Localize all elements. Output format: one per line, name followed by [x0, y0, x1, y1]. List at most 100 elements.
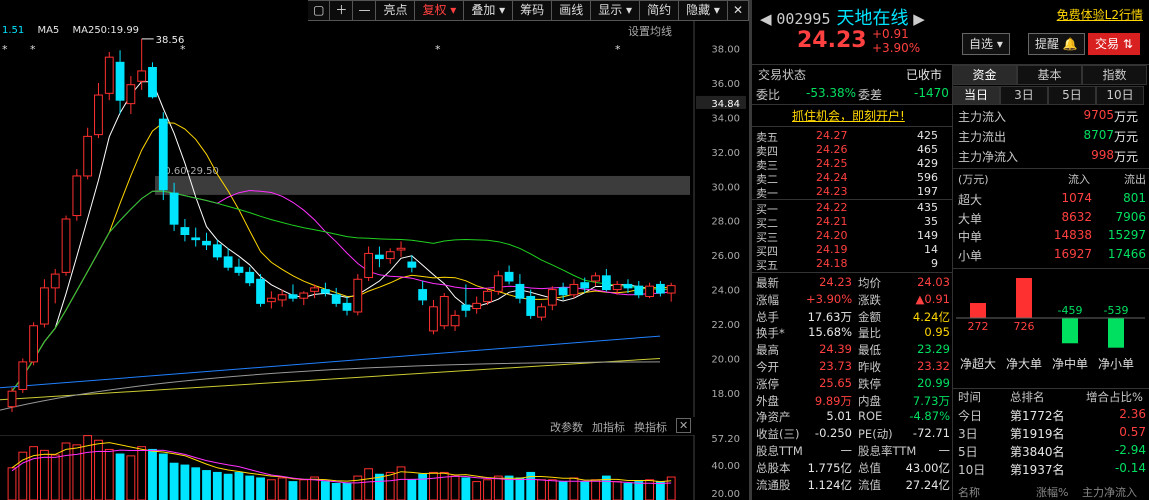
candle[interactable] — [634, 280, 644, 299]
candle[interactable] — [223, 248, 233, 271]
toolbar-btn-0[interactable]: 亮点 — [376, 0, 416, 21]
candle[interactable] — [234, 258, 244, 276]
bid-row[interactable]: 买五 24.18 9 — [756, 257, 951, 272]
bid-row[interactable]: 买四 24.19 14 — [756, 243, 951, 258]
ask-row[interactable]: 卖四 24.26 465 — [756, 143, 951, 158]
event-marker[interactable]: * — [180, 43, 186, 56]
volume-chart[interactable]: 57.20 40.00 20.00 — [0, 435, 749, 500]
candle[interactable] — [256, 274, 265, 307]
candle[interactable] — [288, 284, 298, 302]
candle[interactable] — [320, 282, 330, 297]
ask-row[interactable]: 卖五 24.27 425 — [756, 129, 951, 144]
candle[interactable] — [439, 293, 449, 330]
candle[interactable] — [18, 358, 28, 393]
candle[interactable] — [396, 241, 406, 257]
toolbar-btn-4[interactable]: 画线 — [552, 0, 592, 21]
candle[interactable] — [202, 232, 211, 250]
candle[interactable] — [342, 296, 352, 316]
candle[interactable] — [547, 286, 557, 311]
candle[interactable] — [331, 287, 341, 307]
candle[interactable] — [385, 248, 395, 264]
alert-button[interactable]: 提醒 🔔 — [1028, 33, 1085, 55]
toolbar-btn-3[interactable]: 筹码 — [513, 0, 553, 21]
period-2[interactable]: 5日 — [1048, 86, 1096, 105]
candle[interactable] — [29, 322, 39, 366]
tab-0[interactable]: 资金 — [952, 65, 1017, 85]
candle[interactable] — [115, 50, 125, 114]
period-0[interactable]: 当日 — [952, 86, 1000, 105]
ask-row[interactable]: 卖三 24.25 429 — [756, 157, 951, 172]
bid-row[interactable]: 买一 24.22 435 — [756, 201, 951, 216]
candle[interactable] — [126, 76, 136, 114]
candle[interactable] — [148, 62, 157, 99]
add-indicator-button[interactable]: 加指标 — [592, 419, 625, 435]
candle[interactable] — [450, 310, 460, 331]
event-marker[interactable]: * — [615, 43, 621, 56]
candlestick-chart[interactable]: 30.60-29.5038.0036.0034.0032.0030.0028.0… — [0, 21, 749, 417]
candle[interactable] — [526, 289, 536, 319]
candle[interactable] — [461, 284, 471, 318]
candle[interactable] — [429, 299, 438, 335]
candle[interactable] — [515, 274, 525, 304]
candle[interactable] — [180, 219, 190, 242]
candle[interactable] — [245, 267, 255, 287]
candle[interactable] — [472, 296, 482, 314]
candle[interactable] — [537, 303, 546, 321]
plus-icon[interactable]: ＋ — [330, 0, 354, 21]
event-marker[interactable]: * — [2, 43, 8, 56]
candle[interactable] — [569, 279, 579, 299]
watchlist-button[interactable]: 自选 ▾ — [962, 33, 1010, 55]
ask-row[interactable]: 卖一 24.23 197 — [756, 185, 951, 200]
prev-icon[interactable]: ◀ — [760, 10, 776, 28]
candle[interactable] — [504, 265, 514, 285]
candle[interactable] — [655, 280, 665, 297]
candle[interactable] — [418, 280, 428, 306]
candle[interactable] — [104, 51, 114, 101]
bid-row[interactable]: 买三 24.20 149 — [756, 229, 951, 244]
candle[interactable] — [277, 289, 287, 307]
candle[interactable] — [50, 268, 60, 304]
event-marker[interactable]: * — [435, 43, 441, 56]
candle[interactable] — [493, 270, 503, 295]
period-1[interactable]: 3日 — [1000, 86, 1048, 105]
candle[interactable] — [40, 279, 49, 328]
candle[interactable] — [353, 274, 363, 316]
kline-panel[interactable]: ▢ ＋ — 亮点 复权 ▾ 叠加 ▾ 筹码 画线 显示 ▾ 简约 隐藏 ▾ ✕ 1.51 MA5 MA… — [0, 0, 749, 500]
tab-1[interactable]: 基本 — [1017, 65, 1082, 85]
promo-link[interactable]: 抓住机会，即刻开户! — [756, 107, 951, 125]
next-icon[interactable]: ▶ — [909, 10, 925, 28]
candle[interactable] — [645, 282, 654, 299]
ask-row[interactable]: 卖二 24.24 596 — [756, 171, 951, 186]
event-marker[interactable]: * — [30, 43, 36, 56]
candle[interactable] — [375, 246, 384, 268]
candle[interactable] — [364, 246, 374, 281]
candle[interactable] — [601, 268, 611, 292]
change-params-button[interactable]: 改参数 — [550, 419, 583, 435]
window-icon[interactable]: ▢ — [308, 0, 331, 21]
bid-row[interactable]: 买二 24.21 35 — [756, 215, 951, 230]
candle[interactable] — [61, 215, 71, 276]
candle[interactable] — [83, 127, 93, 180]
toolbar-btn-7[interactable]: 隐藏 ▾ — [679, 0, 728, 21]
candle[interactable] — [666, 282, 676, 302]
trade-button[interactable]: 交易 ⇅ — [1088, 33, 1140, 55]
candle[interactable] — [266, 291, 276, 309]
switch-indicator-button[interactable]: 换指标 — [634, 419, 667, 435]
free-l2-link[interactable]: 免费体验L2行情 — [1057, 6, 1143, 23]
close-icon[interactable]: ✕ — [727, 0, 749, 21]
tab-2[interactable]: 指数 — [1082, 65, 1147, 85]
toolbar-btn-6[interactable]: 简约 — [640, 0, 680, 21]
toolbar-btn-1[interactable]: 复权 ▾ — [415, 0, 465, 21]
candle[interactable] — [158, 112, 168, 201]
candle[interactable] — [72, 169, 82, 221]
candle[interactable] — [94, 82, 103, 139]
minus-icon[interactable]: — — [353, 0, 377, 21]
candle[interactable] — [299, 291, 309, 306]
period-3[interactable]: 10日 — [1096, 86, 1144, 105]
candle[interactable] — [137, 38, 147, 90]
toolbar-btn-2[interactable]: 叠加 ▾ — [464, 0, 514, 21]
candle[interactable] — [591, 272, 600, 287]
toolbar-btn-5[interactable]: 显示 ▾ — [591, 0, 641, 21]
candle[interactable] — [191, 227, 201, 247]
close-indicator-icon[interactable]: ✕ — [676, 418, 692, 433]
